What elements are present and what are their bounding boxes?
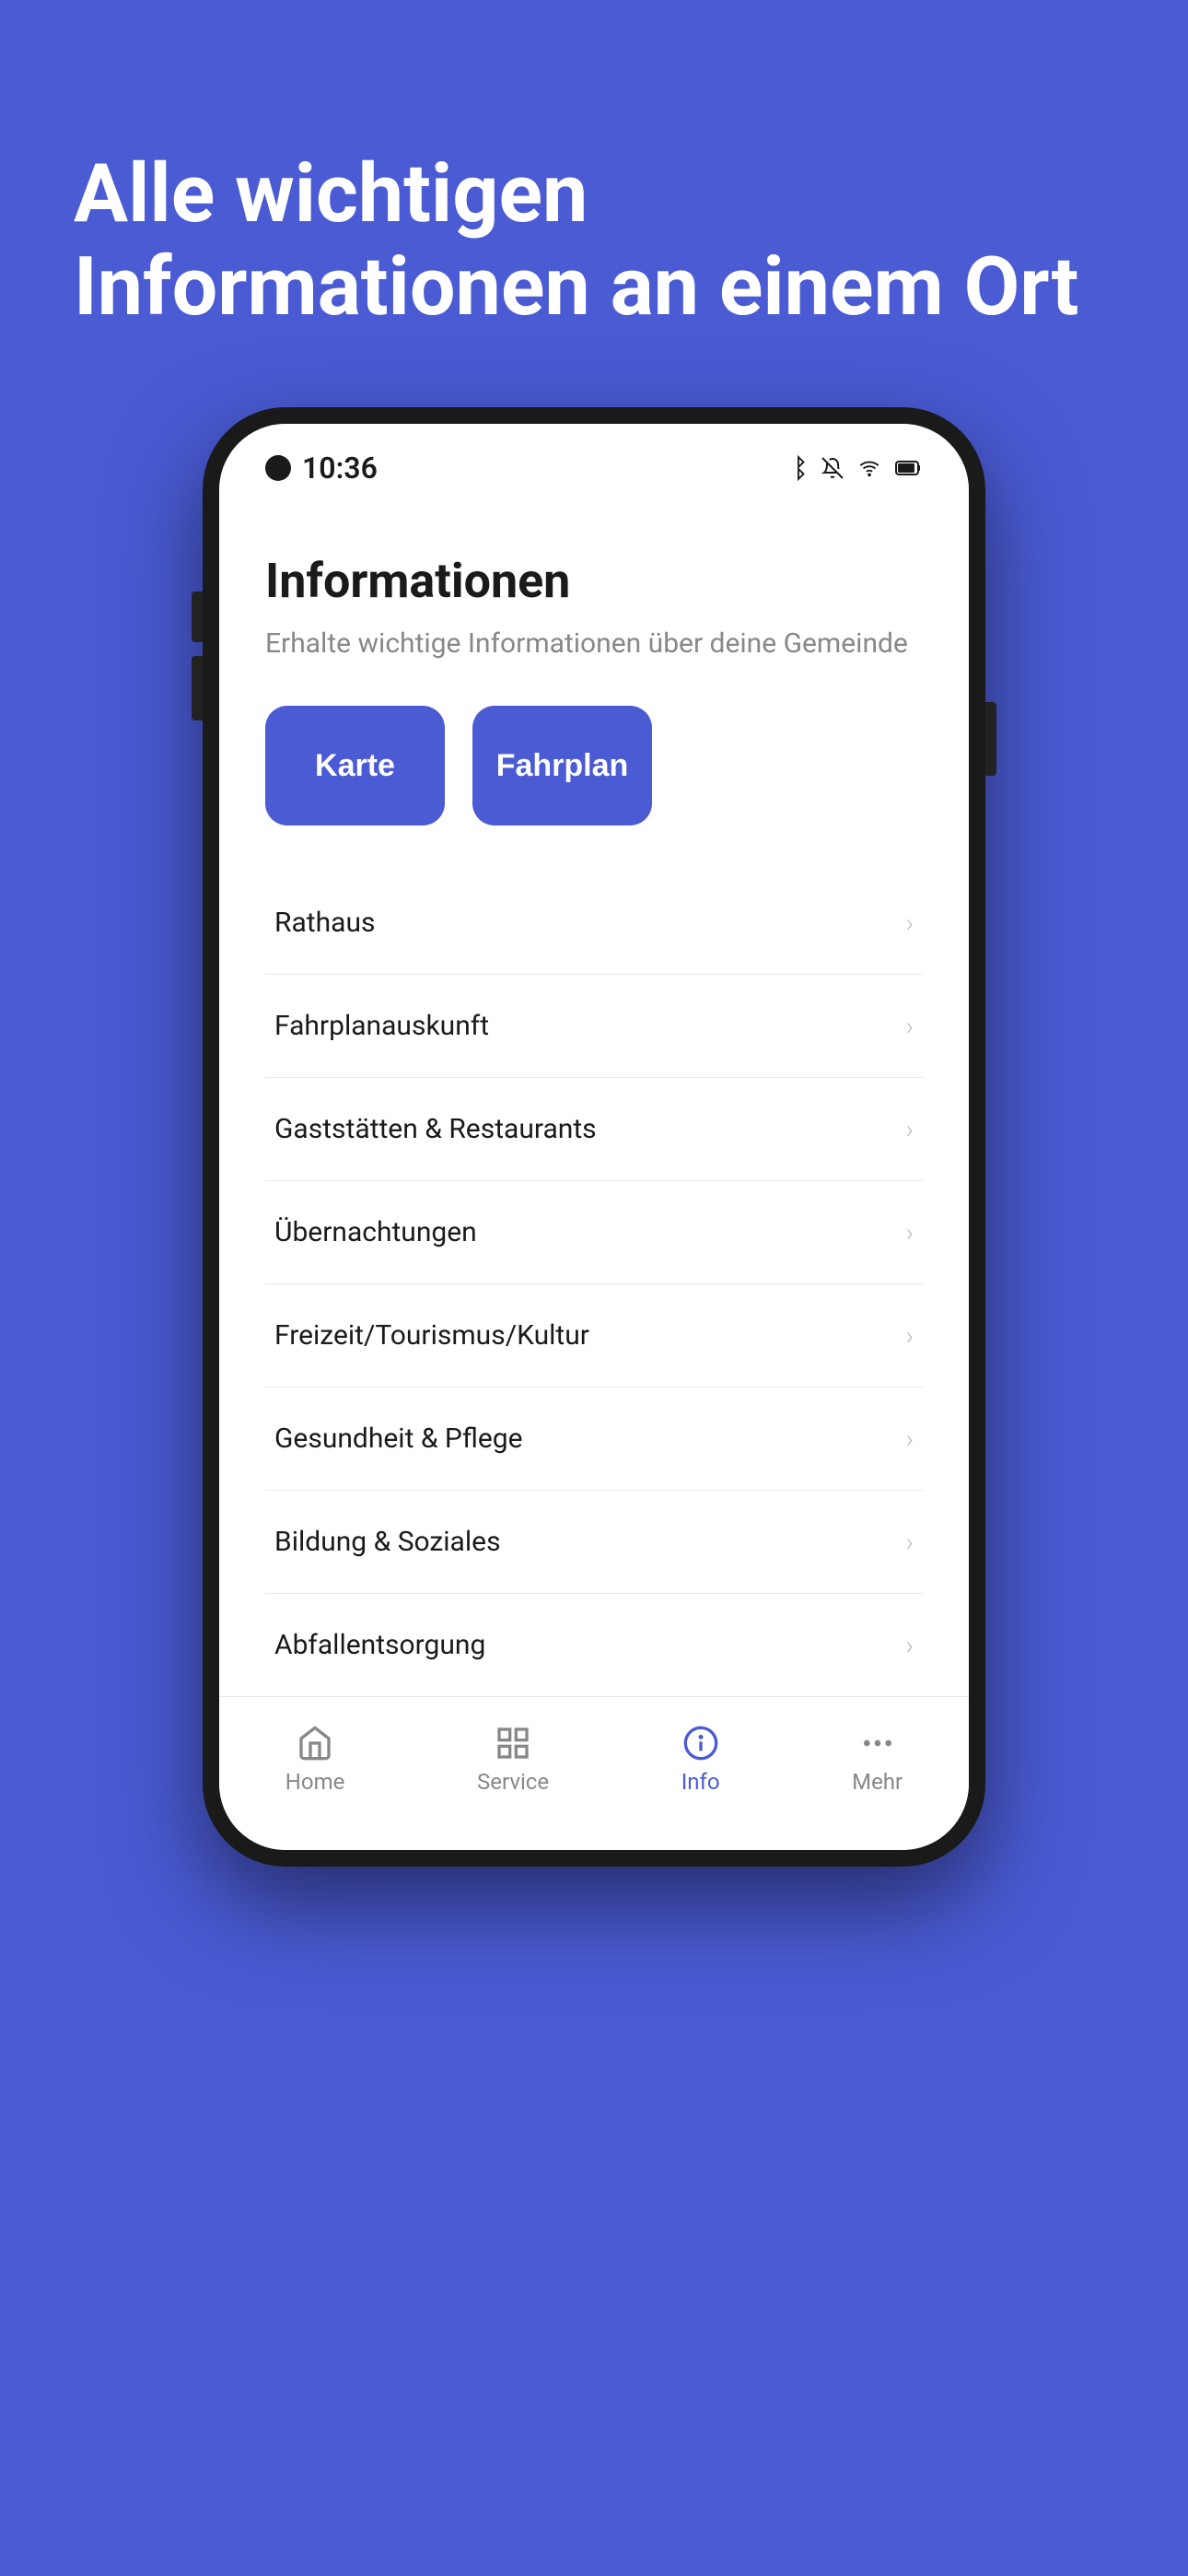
nav-mehr[interactable]: Mehr xyxy=(833,1715,921,1804)
hero-section: Alle wichtigen Informationen an einem Or… xyxy=(0,0,1188,389)
phone-screen: 10:36 xyxy=(219,424,969,1850)
nav-service[interactable]: Service xyxy=(459,1715,567,1804)
bottom-nav: Home Service xyxy=(219,1696,969,1850)
nav-service-label: Service xyxy=(477,1769,549,1795)
status-bar: 10:36 xyxy=(219,424,969,498)
hero-title: Alle wichtigen Informationen an einem Or… xyxy=(74,147,1114,334)
camera-dot xyxy=(265,455,291,481)
chevron-right-icon: › xyxy=(906,1527,914,1557)
app-subtitle: Erhalte wichtige Informationen über dein… xyxy=(265,627,923,660)
info-list: Rathaus › Fahrplanauskunft › Gaststätten… xyxy=(265,872,923,1696)
chevron-right-icon: › xyxy=(906,1011,914,1041)
dots-icon xyxy=(859,1725,896,1762)
list-item[interactable]: Bildung & Soziales › xyxy=(265,1491,923,1594)
app-title: Informationen xyxy=(265,553,923,609)
list-item[interactable]: Gaststätten & Restaurants › xyxy=(265,1078,923,1181)
chevron-right-icon: › xyxy=(906,1217,914,1247)
chevron-right-icon: › xyxy=(906,1423,914,1454)
bluetooth-icon xyxy=(788,455,809,481)
list-item[interactable]: Fahrplanauskunft › xyxy=(265,975,923,1078)
status-time: 10:36 xyxy=(265,451,378,486)
nav-info[interactable]: Info xyxy=(663,1715,739,1804)
home-icon xyxy=(297,1725,333,1762)
nav-home-label: Home xyxy=(285,1769,345,1795)
wifi-icon xyxy=(856,458,882,478)
chevron-right-icon: › xyxy=(906,1320,914,1351)
phone-shell: 10:36 xyxy=(203,407,985,1867)
phone-mockup: 10:36 xyxy=(203,407,985,1867)
bell-off-icon xyxy=(821,456,844,480)
app-content: Informationen Erhalte wichtige Informati… xyxy=(219,498,969,1696)
fahrplan-button[interactable]: Fahrplan xyxy=(472,706,652,825)
chevron-right-icon: › xyxy=(906,1114,914,1144)
chevron-right-icon: › xyxy=(906,1630,914,1660)
list-item[interactable]: Freizeit/Tourismus/Kultur › xyxy=(265,1284,923,1388)
list-item[interactable]: Abfallentsorgung › xyxy=(265,1594,923,1696)
quick-actions: Karte Fahrplan xyxy=(265,706,923,825)
chevron-right-icon: › xyxy=(906,907,914,938)
list-item[interactable]: Übernachtungen › xyxy=(265,1181,923,1284)
vol-up-button xyxy=(192,591,203,642)
vol-down-button xyxy=(192,656,203,707)
grid-icon xyxy=(495,1725,531,1762)
list-item[interactable]: Rathaus › xyxy=(265,872,923,975)
battery-icon xyxy=(895,460,923,476)
karte-button[interactable]: Karte xyxy=(265,706,445,825)
nav-mehr-label: Mehr xyxy=(852,1769,903,1795)
info-circle-icon xyxy=(682,1725,719,1762)
list-item[interactable]: Gesundheit & Pflege › xyxy=(265,1388,923,1491)
nav-info-label: Info xyxy=(681,1769,720,1795)
status-icons xyxy=(788,455,923,481)
nav-home[interactable]: Home xyxy=(267,1715,364,1804)
